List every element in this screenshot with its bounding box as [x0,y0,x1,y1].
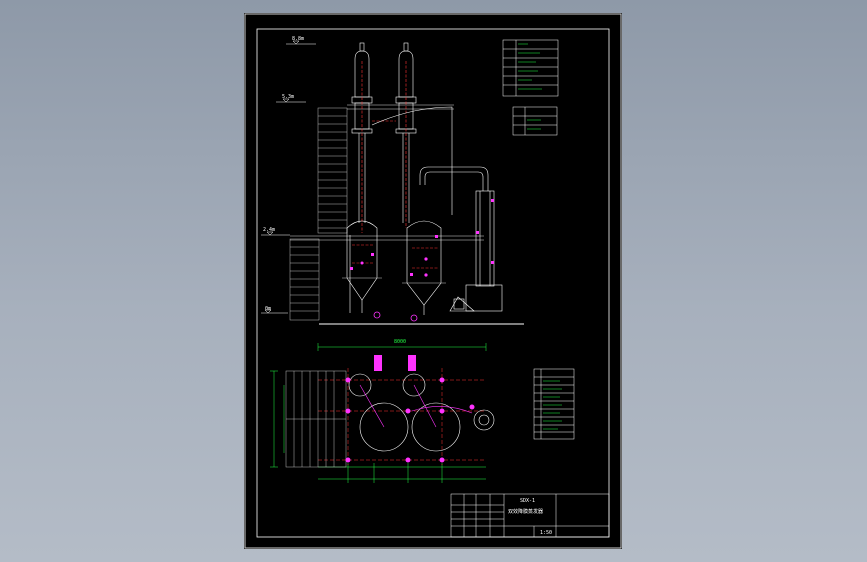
elevation-view: 8.8m 5.3m 2.4m 0m [261,36,524,325]
elevation-label-top: 8.8m [292,36,304,42]
elevation-marker-ground: 0m [261,306,288,314]
drawing-number: SDX-1 [520,498,535,504]
plan-platform [285,370,347,468]
nozzle-table-2 [512,106,558,136]
elevation-label-platform: 2.4m [263,227,275,233]
plan-anchor-points [345,355,475,463]
drawing-sheet: 8.8m 5.3m 2.4m 0m 8000 SDX-1 双效降膜蒸发器 1:5… [244,13,622,549]
steel-support-upper [317,104,454,234]
condenser-nozzles [476,199,494,264]
drawing-scale: 1:50 [540,530,552,536]
plan-view: 8000 [270,339,495,483]
elevation-marker-mid: 5.3m [276,94,306,103]
condenser [449,190,503,312]
plan-frame [318,368,484,465]
evaporator-2 [395,42,446,315]
plan-evaporator-1 [348,373,409,452]
drawing-title: 双效降膜蒸发器 [508,508,543,515]
cad-drawing: 8.8m 5.3m 2.4m 0m 8000 SDX-1 双效降膜蒸发器 1:5… [244,13,622,549]
plan-evaporator-2 [402,373,461,452]
elevation-label-ground: 0m [265,306,271,312]
elevation-marker-top: 8.8m [286,36,316,45]
elevation-marker-platform: 2.4m [261,227,290,236]
evaporator-2-pipes [372,61,438,269]
nozzle-table-1 [502,39,559,97]
steel-support-lower [289,235,484,321]
equipment-table [533,368,575,440]
elevation-label-mid: 5.3m [282,94,294,100]
vapour-line [371,106,489,215]
plan-overall-dimension: 8000 [394,339,406,345]
outer-border [244,13,622,549]
